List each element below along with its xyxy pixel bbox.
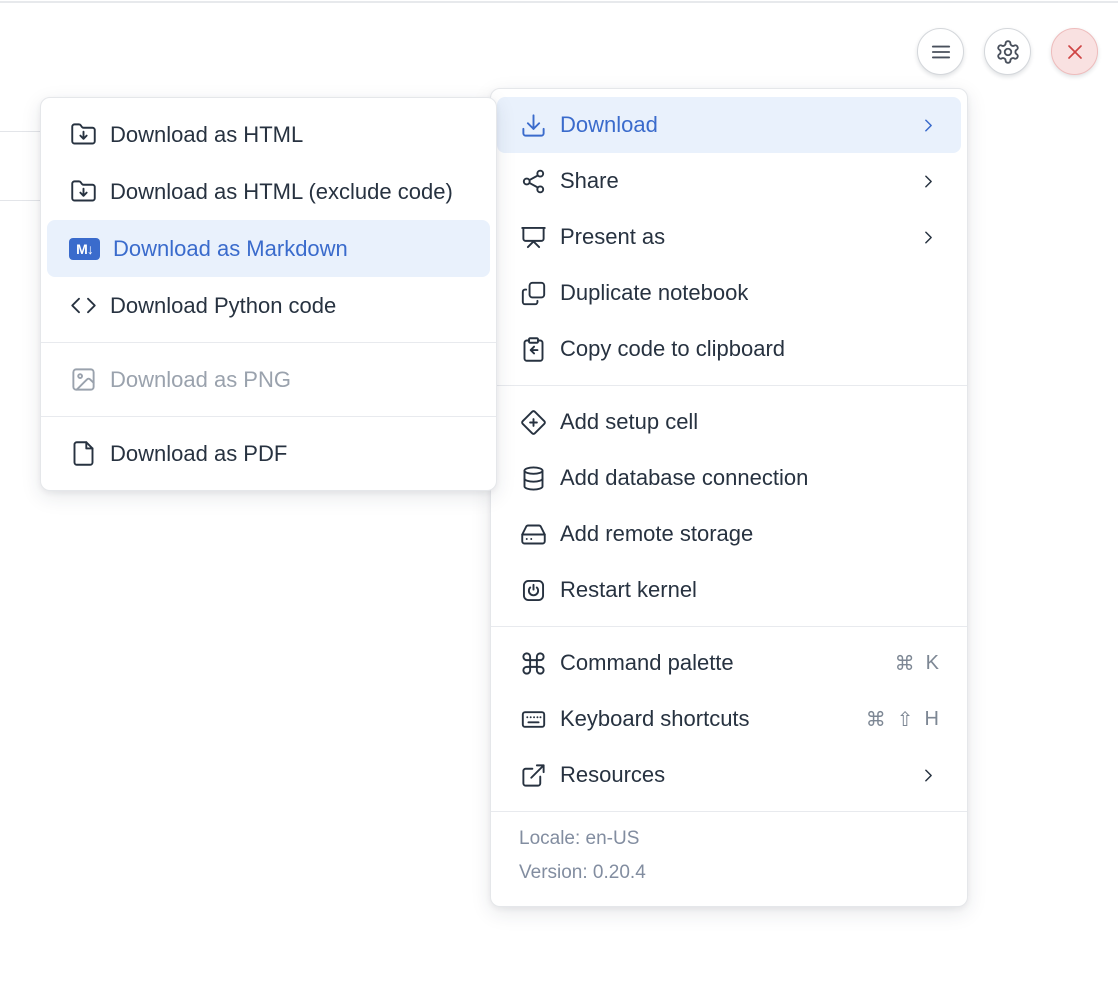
shortcut-key: ⌘ <box>895 651 915 676</box>
code-icon <box>69 292 97 320</box>
notebook-action-buttons <box>917 28 1098 75</box>
menu-item-present-as[interactable]: Present as <box>497 209 961 265</box>
menu-item-download-as-html-exclude-code[interactable]: Download as HTML (exclude code) <box>47 163 490 220</box>
external-link-icon <box>519 761 547 789</box>
menu-item-label: Download Python code <box>110 293 336 319</box>
image-icon <box>69 366 97 394</box>
cell-border-line <box>0 131 44 132</box>
menu-item-duplicate-notebook[interactable]: Duplicate notebook <box>497 265 961 321</box>
menu-item-label: Download as Markdown <box>113 236 348 262</box>
menu-item-label: Add setup cell <box>560 409 698 435</box>
page-top-border <box>0 1 1118 3</box>
file-icon <box>69 440 97 468</box>
duplicate-icon <box>519 279 547 307</box>
download-submenu: Download as HTML Download as HTML (exclud… <box>40 97 497 491</box>
menu-item-label: Download as HTML <box>110 122 303 148</box>
menu-item-restart-kernel[interactable]: Restart kernel <box>497 562 961 618</box>
shortcut-key: K <box>926 652 939 675</box>
download-icon <box>519 111 547 139</box>
menu-item-add-setup-cell[interactable]: Add setup cell <box>497 394 961 450</box>
shortcut-key: ⇧ <box>897 707 914 732</box>
presentation-icon <box>519 223 547 251</box>
shortcut-key: H <box>925 708 939 731</box>
notebook-menu-items: Download Share Present as Duplicate noteboo… <box>497 97 961 803</box>
folder-download-icon <box>69 178 97 206</box>
menu-item-download-python-code[interactable]: Download Python code <box>47 277 490 334</box>
diamond-plus-icon <box>519 408 547 436</box>
menu-item-label: Present as <box>560 224 665 250</box>
shortcut-hint: ⌘ ⇧ H <box>866 707 939 732</box>
markdown-badge: M↓ <box>69 238 100 260</box>
menu-item-keyboard-shortcuts[interactable]: Keyboard shortcuts ⌘ ⇧ H <box>497 691 961 747</box>
chevron-right-icon <box>918 171 939 192</box>
chevron-right-icon <box>918 115 939 136</box>
cell-border-line <box>0 200 44 201</box>
menu-item-share[interactable]: Share <box>497 153 961 209</box>
menu-item-command-palette[interactable]: Command palette⌘K <box>497 635 961 691</box>
menu-item-label: Command palette <box>560 650 734 676</box>
menu-divider <box>41 416 496 417</box>
version-text: Version: 0.20.4 <box>519 856 939 890</box>
menu-item-label: Copy code to clipboard <box>560 336 785 362</box>
menu-item-label: Duplicate notebook <box>560 280 748 306</box>
close-x-icon <box>1063 40 1087 64</box>
menu-divider <box>491 626 967 627</box>
menu-item-download-as-markdown[interactable]: M↓ Download as Markdown <box>47 220 490 277</box>
notebook-menu: Download Share Present as Duplicate noteboo… <box>490 88 968 907</box>
menu-item-label: Share <box>560 168 619 194</box>
notebook-menu-button[interactable] <box>917 28 964 75</box>
menu-item-download-as-pdf[interactable]: Download as PDF <box>47 425 490 482</box>
menu-item-download[interactable]: Download <box>497 97 961 153</box>
menu-item-copy-code-to-clipboard[interactable]: Copy code to clipboard <box>497 321 961 377</box>
settings-button[interactable] <box>984 28 1031 75</box>
database-icon <box>519 464 547 492</box>
menu-footer: Locale: en-US Version: 0.20.4 <box>491 811 967 898</box>
hamburger-icon <box>928 39 954 65</box>
power-icon <box>519 576 547 604</box>
menu-item-add-remote-storage[interactable]: Add remote storage <box>497 506 961 562</box>
menu-item-label: Restart kernel <box>560 577 697 603</box>
menu-item-label: Download as PNG <box>110 367 291 393</box>
menu-item-label: Keyboard shortcuts <box>560 706 750 732</box>
markdown-icon: M↓ <box>69 235 100 263</box>
command-icon <box>519 649 547 677</box>
menu-divider <box>41 342 496 343</box>
menu-item-label: Download as PDF <box>110 441 287 467</box>
folder-download-icon <box>69 121 97 149</box>
menu-item-label: Resources <box>560 762 665 788</box>
clipboard-copy-icon <box>519 335 547 363</box>
menu-item-label: Add remote storage <box>560 521 753 547</box>
menu-item-download-as-html[interactable]: Download as HTML <box>47 106 490 163</box>
chevron-right-icon <box>918 227 939 248</box>
hard-drive-icon <box>519 520 547 548</box>
share-icon <box>519 167 547 195</box>
menu-divider <box>491 385 967 386</box>
shortcut-key: ⌘ <box>866 707 886 732</box>
shortcut-hint: ⌘K <box>895 651 939 676</box>
menu-item-download-as-png: Download as PNG <box>47 351 490 408</box>
menu-item-label: Download as HTML (exclude code) <box>110 179 453 205</box>
locale-text: Locale: en-US <box>519 822 939 856</box>
keyboard-icon <box>519 705 547 733</box>
menu-item-label: Download <box>560 112 658 138</box>
chevron-right-icon <box>918 765 939 786</box>
gear-icon <box>995 39 1021 65</box>
menu-item-add-database-connection[interactable]: Add database connection <box>497 450 961 506</box>
menu-item-resources[interactable]: Resources <box>497 747 961 803</box>
close-button[interactable] <box>1051 28 1098 75</box>
menu-item-label: Add database connection <box>560 465 808 491</box>
